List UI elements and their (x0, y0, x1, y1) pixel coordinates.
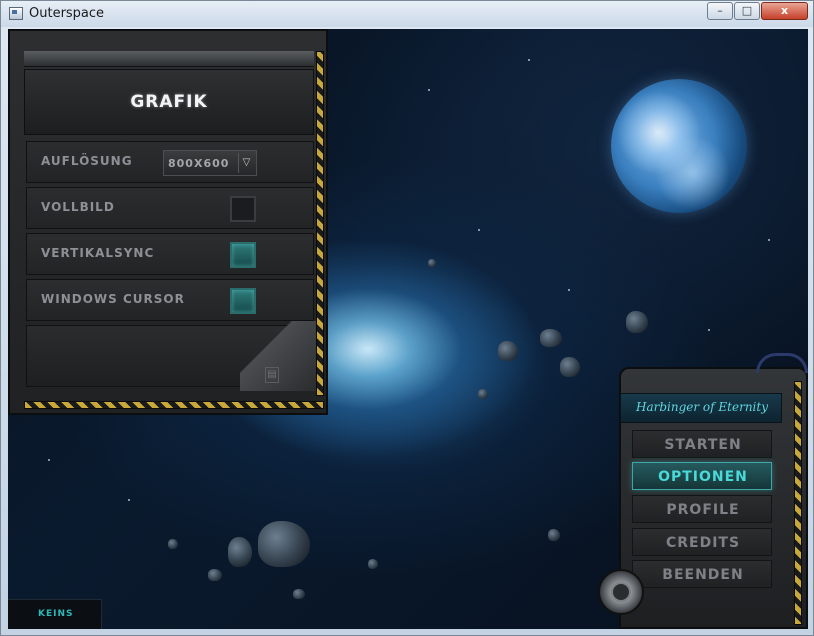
start-button-label: STARTEN (664, 437, 742, 453)
asteroid (208, 569, 222, 581)
menu-title-bar: Harbinger of Eternity (620, 393, 782, 423)
asteroid (228, 537, 252, 567)
asteroid (560, 357, 580, 377)
hazard-stripe (316, 51, 324, 396)
window-app-icon (9, 7, 23, 20)
options-panel: GRAFIK AUFLÖSUNG 800X600 ▽ VOLLBILD VERT… (8, 29, 328, 415)
panel-title: GRAFIK (130, 92, 208, 112)
game-viewport: GRAFIK AUFLÖSUNG 800X600 ▽ VOLLBILD VERT… (8, 29, 808, 629)
close-button[interactable]: x (761, 2, 808, 20)
option-label: VERTIKALSYNC (41, 246, 155, 260)
hazard-stripe (794, 381, 802, 625)
credits-button[interactable]: CREDITS (632, 528, 772, 556)
asteroid (548, 529, 560, 541)
asteroid (368, 559, 378, 569)
status-box: KEINS (8, 599, 102, 629)
hazard-stripe (24, 401, 324, 409)
asteroid (258, 521, 310, 567)
quit-button[interactable]: BEENDEN (632, 560, 772, 588)
option-label: WINDOWS CURSOR (41, 292, 185, 306)
asteroid (293, 589, 305, 599)
app-window: Outerspace – □ x GRAFIK AUFLÖSUNG 800X60… (0, 0, 814, 636)
vsync-checkbox[interactable] (230, 242, 256, 268)
option-row-windows-cursor: WINDOWS CURSOR (26, 279, 314, 321)
star (428, 89, 430, 91)
option-row-fullscreen: VOLLBILD (26, 187, 314, 229)
asteroid (626, 311, 648, 333)
panel-top-strip (24, 51, 314, 67)
options-button-label: OPTIONEN (658, 469, 748, 485)
asteroid (540, 329, 562, 347)
option-row-resolution: AUFLÖSUNG 800X600 ▽ (26, 141, 314, 183)
option-label: VOLLBILD (41, 200, 115, 214)
star (528, 59, 530, 61)
maximize-button[interactable]: □ (734, 2, 760, 20)
chevron-down-icon[interactable]: ▽ (238, 153, 254, 173)
asteroid (428, 259, 436, 267)
save-icon[interactable]: ▤ (265, 367, 279, 383)
windows-cursor-checkbox[interactable] (230, 288, 256, 314)
star (708, 329, 710, 331)
quit-button-label: BEENDEN (662, 567, 744, 583)
star (128, 499, 130, 501)
resolution-select[interactable]: 800X600 ▽ (163, 150, 257, 176)
start-button[interactable]: STARTEN (632, 430, 772, 458)
title-bar[interactable]: Outerspace – □ x (1, 1, 813, 27)
planet-image (611, 79, 747, 213)
asteroid (478, 389, 488, 399)
window-title: Outerspace (29, 6, 105, 21)
star (768, 239, 770, 241)
star (568, 289, 570, 291)
profile-button[interactable]: PROFILE (632, 495, 772, 523)
options-button[interactable]: OPTIONEN (632, 462, 772, 490)
gear-core (611, 582, 631, 602)
asteroid (498, 341, 518, 361)
status-text: KEINS (38, 609, 74, 619)
credits-button-label: CREDITS (665, 535, 741, 551)
star (478, 229, 480, 231)
profile-button-label: PROFILE (666, 502, 740, 518)
cable-decoration (756, 353, 808, 373)
panel-header: GRAFIK (24, 69, 314, 135)
resolution-value: 800X600 (168, 157, 230, 170)
fullscreen-checkbox[interactable] (230, 196, 256, 222)
asteroid (168, 539, 178, 549)
star (48, 459, 50, 461)
menu-title: Harbinger of Eternity (635, 400, 768, 414)
option-label: AUFLÖSUNG (41, 154, 133, 168)
minimize-button[interactable]: – (707, 2, 733, 20)
option-row-vsync: VERTIKALSYNC (26, 233, 314, 275)
